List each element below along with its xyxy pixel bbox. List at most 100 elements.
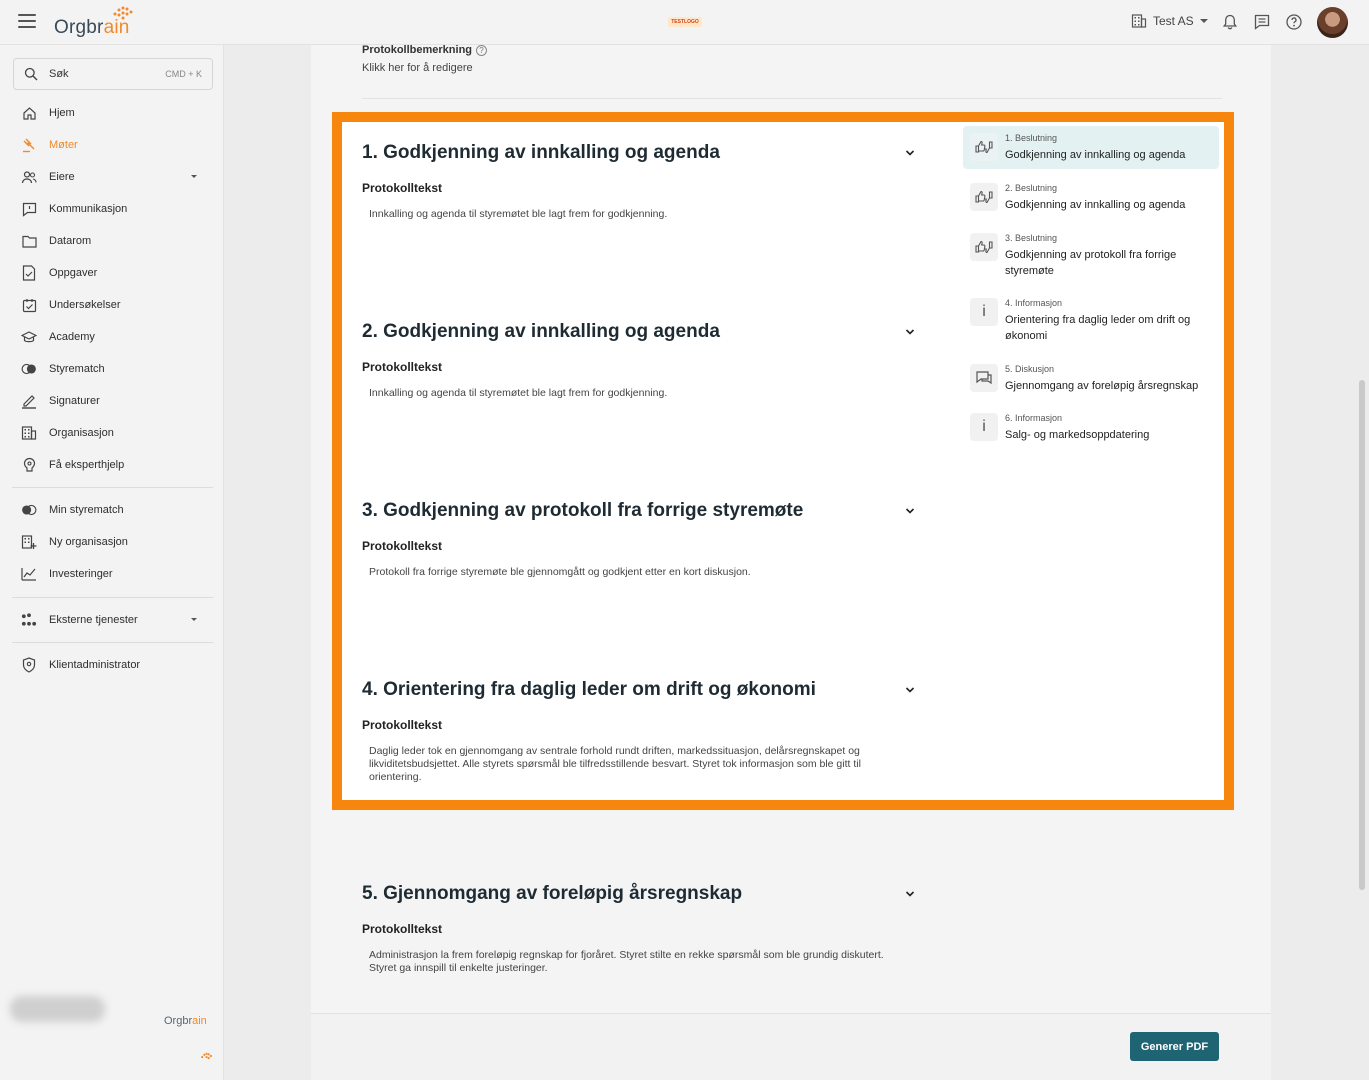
toc-item-3[interactable]: 3. Beslutning Godkjenning av protokoll f… bbox=[963, 226, 1219, 284]
sidebar-item-ny-organisasjon[interactable]: Ny organisasjon bbox=[12, 529, 212, 555]
toc-item-1[interactable]: 1. Beslutning Godkjenning av innkalling … bbox=[963, 126, 1219, 169]
sidebar-item-academy[interactable]: Academy bbox=[12, 324, 212, 350]
toc-kind: 2. Beslutning bbox=[1005, 183, 1058, 193]
match-icon bbox=[21, 361, 37, 377]
menu-icon[interactable] bbox=[18, 14, 36, 28]
top-bar: Orgbrain TESTLOGO Test AS bbox=[0, 0, 1369, 45]
agenda-item: 1. Godkjenning av innkalling og agenda P… bbox=[362, 142, 922, 221]
sidebar-item-label: Academy bbox=[49, 331, 95, 343]
chevron-down-icon[interactable] bbox=[905, 506, 915, 516]
chevron-down-icon[interactable] bbox=[905, 327, 915, 337]
sidebar-item-oppgaver[interactable]: Oppgaver bbox=[12, 260, 212, 286]
sidebar-item-label: Klientadministrator bbox=[49, 659, 141, 671]
protocol-text-label: Protokolltekst bbox=[362, 718, 443, 732]
footer-logo-accent: ain bbox=[192, 1015, 207, 1027]
chat-icon[interactable] bbox=[1253, 13, 1271, 31]
sidebar-item-hjem[interactable]: Hjem bbox=[12, 100, 212, 126]
organization-name: Test AS bbox=[1153, 14, 1194, 28]
sidebar-item-organisasjon[interactable]: Organisasjon bbox=[12, 420, 212, 446]
bell-icon[interactable] bbox=[1221, 13, 1239, 31]
chevron-down-icon[interactable] bbox=[905, 889, 915, 899]
decision-icon bbox=[970, 183, 998, 211]
sidebar-item-eiere[interactable]: Eiere bbox=[12, 164, 212, 190]
search-input[interactable]: Søk CMD + K bbox=[13, 58, 213, 90]
section-divider bbox=[362, 98, 1222, 99]
footer-logo-brain-icon bbox=[201, 1052, 212, 1060]
toc-item-6[interactable]: i 6. Informasjon Salg- og markedsoppdate… bbox=[963, 406, 1219, 449]
logo-text: Orgbr bbox=[54, 17, 104, 38]
sidebar-item-styrematch[interactable]: Styrematch bbox=[12, 356, 212, 382]
sidebar-divider bbox=[12, 597, 213, 598]
decision-icon bbox=[970, 233, 998, 261]
protocol-text-label: Protokolltekst bbox=[362, 181, 443, 195]
toc-item-2[interactable]: 2. Beslutning Godkjenning av innkalling … bbox=[963, 176, 1219, 219]
chart-icon bbox=[21, 566, 37, 582]
chevron-down-icon bbox=[1199, 19, 1208, 23]
sidebar-item-label: Møter bbox=[49, 139, 78, 151]
toc-kind: 6. Informasjon bbox=[1005, 413, 1063, 423]
sidebar-item-label: Eksterne tjenester bbox=[49, 614, 138, 626]
action-bar bbox=[311, 1013, 1271, 1080]
info-icon: i bbox=[970, 413, 998, 441]
sidebar-divider bbox=[12, 487, 213, 488]
agenda-item: 3. Godkjenning av protokoll fra forrige … bbox=[362, 500, 922, 579]
sidebar-item-kommunikasjon[interactable]: Kommunikasjon bbox=[12, 196, 212, 222]
search-shortcut-hint: CMD + K bbox=[165, 69, 202, 79]
toc-item-4[interactable]: i 4. Informasjon Orientering fra daglig … bbox=[963, 291, 1219, 349]
agenda-item: 4. Orientering fra daglig leder om drift… bbox=[362, 679, 922, 784]
sidebar-item-label: Kommunikasjon bbox=[49, 203, 128, 215]
sidebar-item-label: Datarom bbox=[49, 235, 92, 247]
sidebar-item-signaturer[interactable]: Signaturer bbox=[12, 388, 212, 414]
footer-logo: Orgbrain bbox=[164, 1015, 207, 1027]
sidebar-item-label: Ny organisasjon bbox=[49, 536, 128, 548]
sidebar-item-datarom[interactable]: Datarom bbox=[12, 228, 212, 254]
chevron-down-icon[interactable] bbox=[905, 685, 915, 695]
toc-title: Salg- og markedsoppdatering bbox=[1005, 429, 1150, 441]
academy-icon bbox=[21, 329, 37, 345]
chevron-down-icon[interactable] bbox=[905, 148, 915, 158]
toc-item-5[interactable]: 5. Diskusjon Gjennomgang av foreløpig år… bbox=[963, 357, 1219, 400]
sidebar-item-klientadministrator[interactable]: Klientadministrator bbox=[12, 652, 212, 678]
agenda-item: 2. Godkjenning av innkalling og agenda P… bbox=[362, 321, 922, 400]
protocol-remark: Protokollbemerkning? Klikk her for å red… bbox=[362, 44, 488, 74]
toc-title: Godkjenning av innkalling og agenda bbox=[1005, 199, 1186, 211]
toc-title: Gjennomgang av foreløpig årsregnskap bbox=[1005, 380, 1199, 392]
help-icon[interactable] bbox=[1285, 13, 1303, 31]
chevron-down-icon bbox=[191, 175, 197, 178]
agenda-title: 5. Gjennomgang av foreløpig årsregnskap bbox=[362, 883, 743, 904]
info-icon: i bbox=[970, 298, 998, 326]
sidebar-item-label: Min styrematch bbox=[49, 504, 124, 516]
protocol-text[interactable]: Administrasjon la frem foreløpig regnska… bbox=[369, 949, 909, 975]
sidebar-item-label: Investeringer bbox=[49, 568, 113, 580]
sidebar-item-moter[interactable]: Møter bbox=[12, 132, 212, 158]
protocol-text[interactable]: Protokoll fra forrige styremøte ble gjen… bbox=[369, 566, 909, 579]
organization-icon bbox=[21, 425, 37, 441]
gavel-icon bbox=[21, 137, 37, 153]
protocol-text[interactable]: Daglig leder tok en gjennomgang av sentr… bbox=[369, 745, 909, 784]
protocol-text[interactable]: Innkalling og agenda til styremøtet ble … bbox=[369, 208, 909, 221]
protocol-text-label: Protokolltekst bbox=[362, 539, 443, 553]
sidebar: Søk CMD + K Hjem Møter Eiere Kommunikasj… bbox=[0, 45, 224, 1080]
help-icon[interactable]: ? bbox=[476, 44, 488, 56]
protocol-text[interactable]: Innkalling og agenda til styremøtet ble … bbox=[369, 387, 909, 400]
scrollbar[interactable] bbox=[1359, 380, 1365, 890]
sidebar-item-eksterne-tjenester[interactable]: Eksterne tjenester bbox=[12, 607, 212, 633]
agenda-title: 3. Godkjenning av protokoll fra forrige … bbox=[362, 500, 804, 521]
organization-switcher[interactable]: Test AS bbox=[1131, 13, 1208, 29]
signature-icon bbox=[21, 393, 37, 409]
sidebar-item-investeringer[interactable]: Investeringer bbox=[12, 561, 212, 587]
message-icon bbox=[21, 201, 37, 217]
user-avatar[interactable] bbox=[1317, 7, 1348, 38]
generate-pdf-button[interactable]: Generer PDF bbox=[1130, 1032, 1219, 1061]
toc-title: Orientering fra daglig leder om drift og… bbox=[1005, 314, 1191, 342]
logo-brain-icon bbox=[113, 6, 133, 20]
sidebar-item-min-styrematch[interactable]: Min styrematch bbox=[12, 497, 212, 523]
agenda-title: 4. Orientering fra daglig leder om drift… bbox=[362, 679, 816, 700]
user-profile-blurred[interactable] bbox=[10, 996, 105, 1022]
sidebar-item-undersokelser[interactable]: Undersøkelser bbox=[12, 292, 212, 318]
sidebar-item-eksperthjelp[interactable]: Få eksperthjelp bbox=[12, 452, 212, 478]
toc-kind: 1. Beslutning bbox=[1005, 133, 1058, 143]
remark-edit-link[interactable]: Klikk her for å redigere bbox=[362, 62, 487, 74]
expert-icon bbox=[21, 457, 37, 473]
sidebar-item-label: Oppgaver bbox=[49, 267, 98, 279]
